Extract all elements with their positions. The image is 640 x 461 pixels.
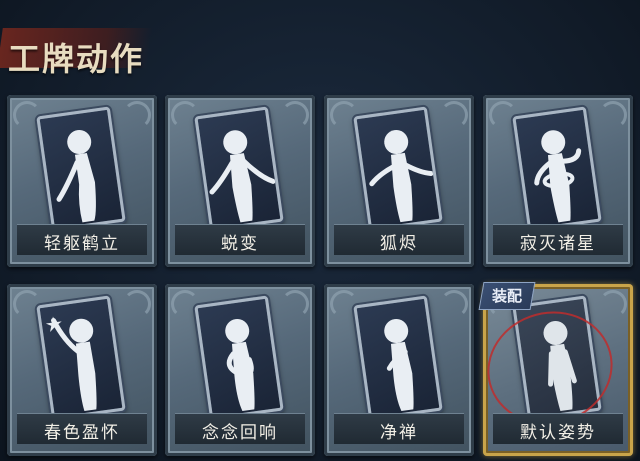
- tarot-card-silhouette: [353, 295, 443, 421]
- pose-label: 念念回响: [202, 423, 278, 443]
- pose-grid: 轻躯鹤立 蜕变 狐烬 寂灭诸星 春色盈怀 念念回响 净禅 装配 默认姿势: [0, 0, 640, 461]
- pose-card-3[interactable]: 狐烬: [324, 95, 474, 267]
- tarot-card-silhouette: [36, 295, 126, 421]
- label-bar: 春色盈怀: [17, 413, 147, 444]
- pose-card-6[interactable]: 念念回响: [165, 284, 315, 456]
- label-bar: 净禅: [334, 413, 464, 444]
- pose-label: 默认姿势: [520, 423, 596, 443]
- pose-card-7[interactable]: 净禅: [324, 284, 474, 456]
- equipped-badge: 装配: [478, 282, 536, 310]
- pose-card-4[interactable]: 寂灭诸星: [483, 95, 633, 267]
- pose-label: 蜕变: [221, 234, 259, 254]
- tarot-card-silhouette: [194, 295, 284, 421]
- pose-label: 净禅: [380, 423, 418, 443]
- pose-card-1[interactable]: 轻躯鹤立: [7, 95, 157, 267]
- pose-label: 春色盈怀: [44, 423, 120, 443]
- label-bar: 念念回响: [175, 413, 305, 444]
- label-bar: 轻躯鹤立: [17, 224, 147, 255]
- equipped-badge-label: 装配: [491, 287, 522, 305]
- tarot-card-silhouette: [353, 106, 443, 232]
- pose-label: 狐烬: [380, 234, 418, 254]
- pose-label: 寂灭诸星: [520, 234, 596, 254]
- tarot-card-silhouette: [512, 106, 602, 232]
- pose-card-8-equipped[interactable]: 装配 默认姿势: [474, 282, 633, 456]
- pose-card-2[interactable]: 蜕变: [165, 95, 315, 267]
- label-bar: 蜕变: [175, 224, 305, 255]
- label-bar: 狐烬: [334, 224, 464, 255]
- label-bar: 寂灭诸星: [493, 224, 623, 255]
- tarot-card-silhouette: [512, 295, 602, 421]
- pose-label: 轻躯鹤立: [44, 234, 120, 254]
- pose-card-5[interactable]: 春色盈怀: [7, 284, 157, 456]
- tarot-card-silhouette: [36, 106, 126, 232]
- tarot-card-silhouette: [194, 106, 284, 232]
- label-bar: 默认姿势: [493, 413, 623, 444]
